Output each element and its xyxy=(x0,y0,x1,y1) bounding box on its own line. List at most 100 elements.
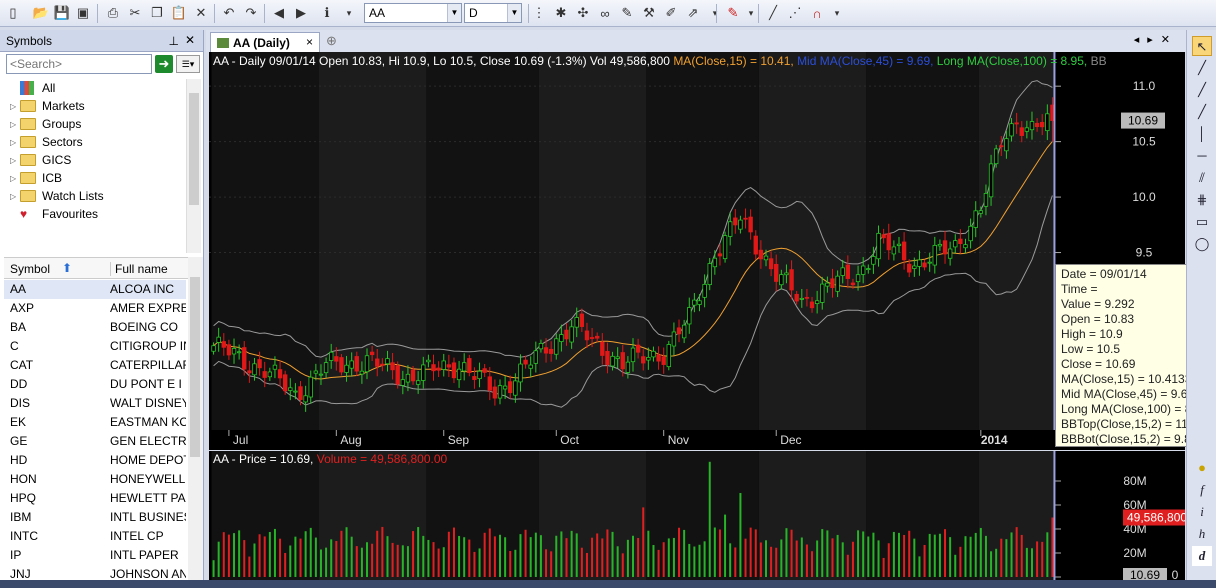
volume-bar[interactable] xyxy=(718,529,721,577)
volume-bar[interactable] xyxy=(857,530,860,577)
volume-bar[interactable] xyxy=(335,541,338,577)
volume-bar[interactable] xyxy=(473,551,476,577)
volume-bar[interactable] xyxy=(672,537,675,577)
candle-body[interactable] xyxy=(907,263,912,273)
volume-bar[interactable] xyxy=(938,533,941,577)
undo-icon[interactable]: ↶ xyxy=(220,4,238,22)
candle-body[interactable] xyxy=(1029,121,1035,131)
tab-next-icon[interactable]: ▸ xyxy=(1147,34,1161,46)
candle-body[interactable] xyxy=(953,240,958,248)
volume-bar[interactable] xyxy=(811,551,814,577)
volume-bar[interactable] xyxy=(366,542,369,577)
volume-bar[interactable] xyxy=(851,541,854,577)
dotted-line-icon[interactable]: ⋰ xyxy=(786,4,804,22)
volume-bar[interactable] xyxy=(565,538,568,577)
candle-body[interactable] xyxy=(866,268,871,271)
volume-bar[interactable] xyxy=(846,554,849,577)
candle-body[interactable] xyxy=(687,307,692,325)
volume-bar[interactable] xyxy=(1015,527,1018,577)
candle-body[interactable] xyxy=(881,234,886,239)
volume-bar[interactable] xyxy=(330,539,333,577)
candle-body[interactable] xyxy=(395,365,400,385)
candle-body[interactable] xyxy=(262,371,267,378)
candle-body[interactable] xyxy=(758,249,764,260)
candle-body[interactable] xyxy=(973,210,978,228)
close-window-icon[interactable]: ✕ xyxy=(1161,34,1178,46)
candle-body[interactable] xyxy=(257,359,262,369)
open-folder-icon[interactable]: 📂 xyxy=(32,4,50,22)
candle-body[interactable] xyxy=(692,299,697,306)
candle-body[interactable] xyxy=(502,385,508,390)
tools-icon[interactable]: ⚒ xyxy=(640,4,658,22)
tree-item[interactable]: ▷ GICS xyxy=(10,151,71,169)
volume-bar[interactable] xyxy=(483,532,486,577)
volume-bar[interactable] xyxy=(775,547,778,577)
symbol-list-scrollbar[interactable] xyxy=(188,257,203,588)
volume-bar[interactable] xyxy=(447,531,450,577)
volume-bar[interactable] xyxy=(724,514,727,577)
candle-body[interactable] xyxy=(446,364,452,368)
volume-bar[interactable] xyxy=(493,536,496,577)
volume-bar[interactable] xyxy=(299,538,302,577)
volume-bar[interactable] xyxy=(580,547,583,577)
pen-color-icon[interactable]: ✎ xyxy=(724,4,742,22)
candle-body[interactable] xyxy=(733,217,738,226)
go-arrow-icon[interactable]: ➜ xyxy=(155,55,173,73)
candle-body[interactable] xyxy=(600,341,605,356)
volume-bar[interactable] xyxy=(744,538,747,577)
candle-body[interactable] xyxy=(932,244,937,266)
volume-bar[interactable] xyxy=(928,533,931,577)
candle-body[interactable] xyxy=(369,351,375,356)
volume-bar[interactable] xyxy=(458,535,461,577)
volume-bar[interactable] xyxy=(749,527,752,577)
table-row[interactable]: DD DU PONT E I DE xyxy=(4,375,186,394)
candle-body[interactable] xyxy=(978,210,984,214)
volume-bar[interactable] xyxy=(417,527,420,577)
line-icon[interactable]: ╱ xyxy=(1192,58,1212,78)
volume-bar[interactable] xyxy=(918,556,921,577)
volume-bar[interactable] xyxy=(903,534,906,577)
volume-bar[interactable] xyxy=(432,542,435,577)
volume-bar[interactable] xyxy=(944,529,947,577)
volume-bar[interactable] xyxy=(468,539,471,577)
candle-body[interactable] xyxy=(492,386,498,399)
candle-body[interactable] xyxy=(595,335,600,339)
volume-bar[interactable] xyxy=(345,527,348,577)
circle-icon[interactable]: ● xyxy=(1192,458,1212,478)
volume-bar[interactable] xyxy=(376,530,379,577)
candle-body[interactable] xyxy=(518,363,523,383)
candle-body[interactable] xyxy=(548,348,554,354)
volume-bar[interactable] xyxy=(309,527,312,577)
volume-bar[interactable] xyxy=(499,534,502,577)
candle-body[interactable] xyxy=(993,148,999,165)
candle-body[interactable] xyxy=(216,336,221,343)
column-header-full-name[interactable]: Full name xyxy=(110,262,168,276)
candle-body[interactable] xyxy=(349,360,354,369)
volume-bar[interactable] xyxy=(238,530,241,577)
volume-bar[interactable] xyxy=(437,548,440,577)
volume-bar[interactable] xyxy=(688,543,691,577)
volume-bar[interactable] xyxy=(268,531,271,577)
candle-body[interactable] xyxy=(405,373,411,383)
candle-body[interactable] xyxy=(671,331,677,347)
volume-chart-pane[interactable]: 80M 60M 40M 20M 49,586,800 10.69 0 AA - Price … xyxy=(209,451,1185,582)
tree-item[interactable]: ▷ Sectors xyxy=(10,133,83,151)
candle-body[interactable] xyxy=(569,326,574,343)
candle-body[interactable] xyxy=(748,216,753,233)
i-icon[interactable]: i xyxy=(1192,502,1212,522)
volume-bar[interactable] xyxy=(222,532,225,577)
volume-bar[interactable] xyxy=(412,531,415,577)
table-row[interactable]: HD HOME DEPOT xyxy=(4,451,186,470)
candle-body[interactable] xyxy=(318,373,324,376)
parallel-lines-icon[interactable]: ⫽ xyxy=(1192,168,1212,188)
candle-body[interactable] xyxy=(860,265,866,275)
binoculars-icon[interactable]: ∞ xyxy=(596,4,614,22)
volume-bar[interactable] xyxy=(933,534,936,577)
candle-body[interactable] xyxy=(462,362,467,372)
tab-prev-icon[interactable]: ◂ xyxy=(1134,34,1148,46)
volume-bar[interactable] xyxy=(504,537,507,577)
candle-body[interactable] xyxy=(329,351,334,361)
candle-body[interactable] xyxy=(999,145,1004,148)
candle-body[interactable] xyxy=(1014,122,1019,125)
volume-bar[interactable] xyxy=(233,533,236,577)
